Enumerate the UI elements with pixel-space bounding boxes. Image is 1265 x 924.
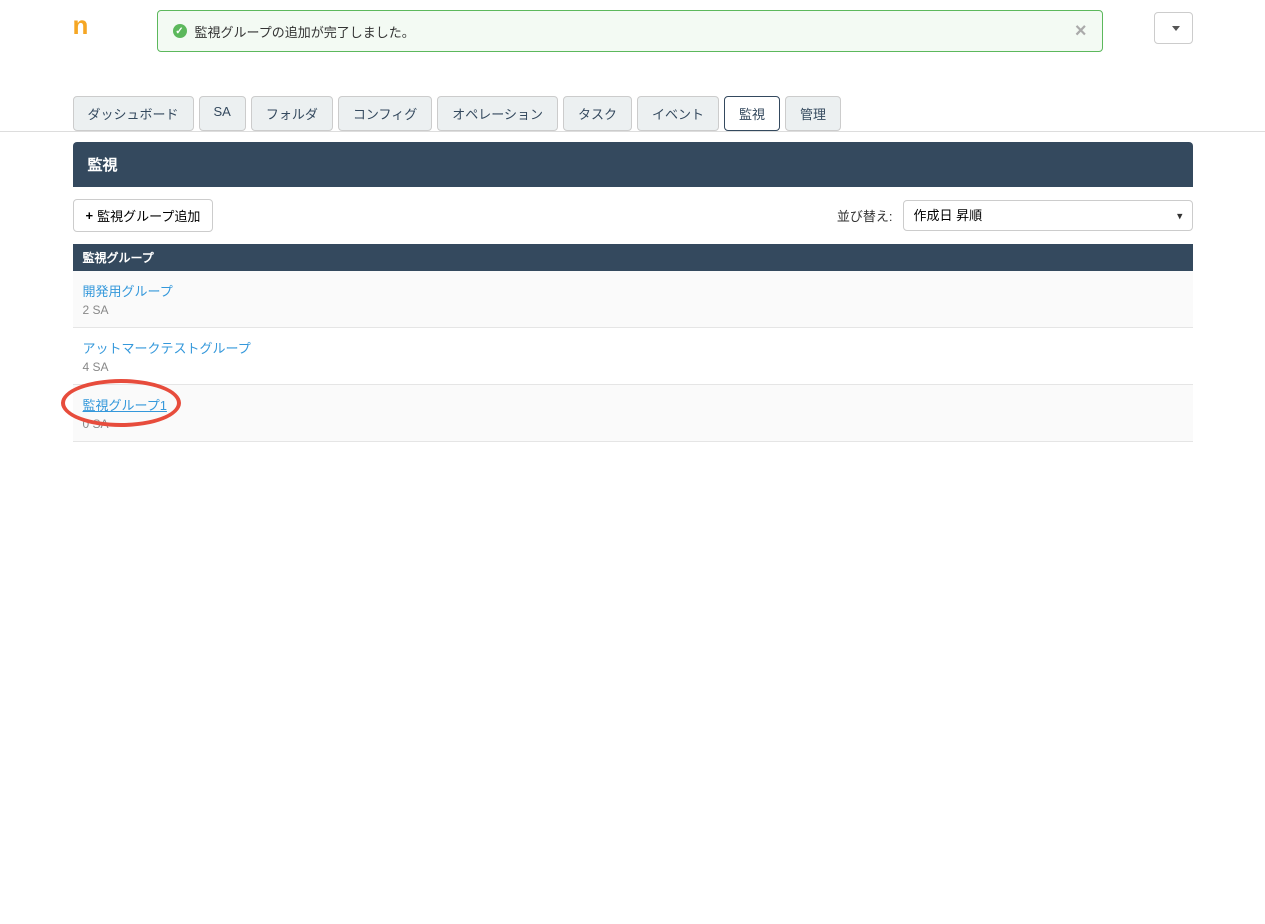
close-icon[interactable]: × xyxy=(1075,21,1087,41)
toolbar: + 監視グループ追加 並び替え: 作成日 昇順 xyxy=(73,187,1193,244)
add-monitoring-group-button[interactable]: + 監視グループ追加 xyxy=(73,199,214,232)
tab-8[interactable]: 管理 xyxy=(785,96,841,131)
sort-label: 並び替え: xyxy=(837,206,893,225)
page-title: 監視 xyxy=(73,142,1193,187)
logo: n xyxy=(73,0,89,51)
tab-4[interactable]: オペレーション xyxy=(437,96,558,131)
section-header: 監視グループ xyxy=(73,244,1193,271)
plus-icon: + xyxy=(86,208,94,223)
group-meta: 4 SA xyxy=(83,360,1183,374)
tab-7[interactable]: 監視 xyxy=(724,96,780,131)
tab-2[interactable]: フォルダ xyxy=(251,96,333,131)
list-item: 開発用グループ 2 SA xyxy=(73,271,1193,328)
alert-message: 監視グループの追加が完了しました。 xyxy=(195,22,415,41)
check-circle-icon xyxy=(173,24,187,38)
monitoring-group-list: 開発用グループ 2 SA アットマークテストグループ 4 SA 監視グループ1 0 SA xyxy=(73,271,1193,442)
group-meta: 2 SA xyxy=(83,303,1183,317)
monitoring-group-link[interactable]: 監視グループ1 xyxy=(83,398,167,413)
user-menu-dropdown[interactable] xyxy=(1154,12,1193,44)
monitoring-group-link[interactable]: アットマークテストグループ xyxy=(83,341,251,356)
chevron-down-icon xyxy=(1172,26,1180,31)
group-meta: 0 SA xyxy=(83,417,1183,431)
tab-1[interactable]: SA xyxy=(199,96,246,131)
tab-0[interactable]: ダッシュボード xyxy=(73,96,194,131)
list-item: 監視グループ1 0 SA xyxy=(73,385,1193,442)
tab-3[interactable]: コンフィグ xyxy=(338,96,432,131)
monitoring-group-link[interactable]: 開発用グループ xyxy=(83,284,173,299)
success-alert: 監視グループの追加が完了しました。 × xyxy=(157,10,1103,52)
add-button-label: 監視グループ追加 xyxy=(97,206,200,225)
tab-6[interactable]: イベント xyxy=(637,96,719,131)
nav-tabs: ダッシュボードSAフォルダコンフィグオペレーションタスクイベント監視管理 xyxy=(73,96,1193,131)
sort-select[interactable]: 作成日 昇順 xyxy=(903,200,1193,231)
tab-5[interactable]: タスク xyxy=(563,96,632,131)
list-item: アットマークテストグループ 4 SA xyxy=(73,328,1193,385)
